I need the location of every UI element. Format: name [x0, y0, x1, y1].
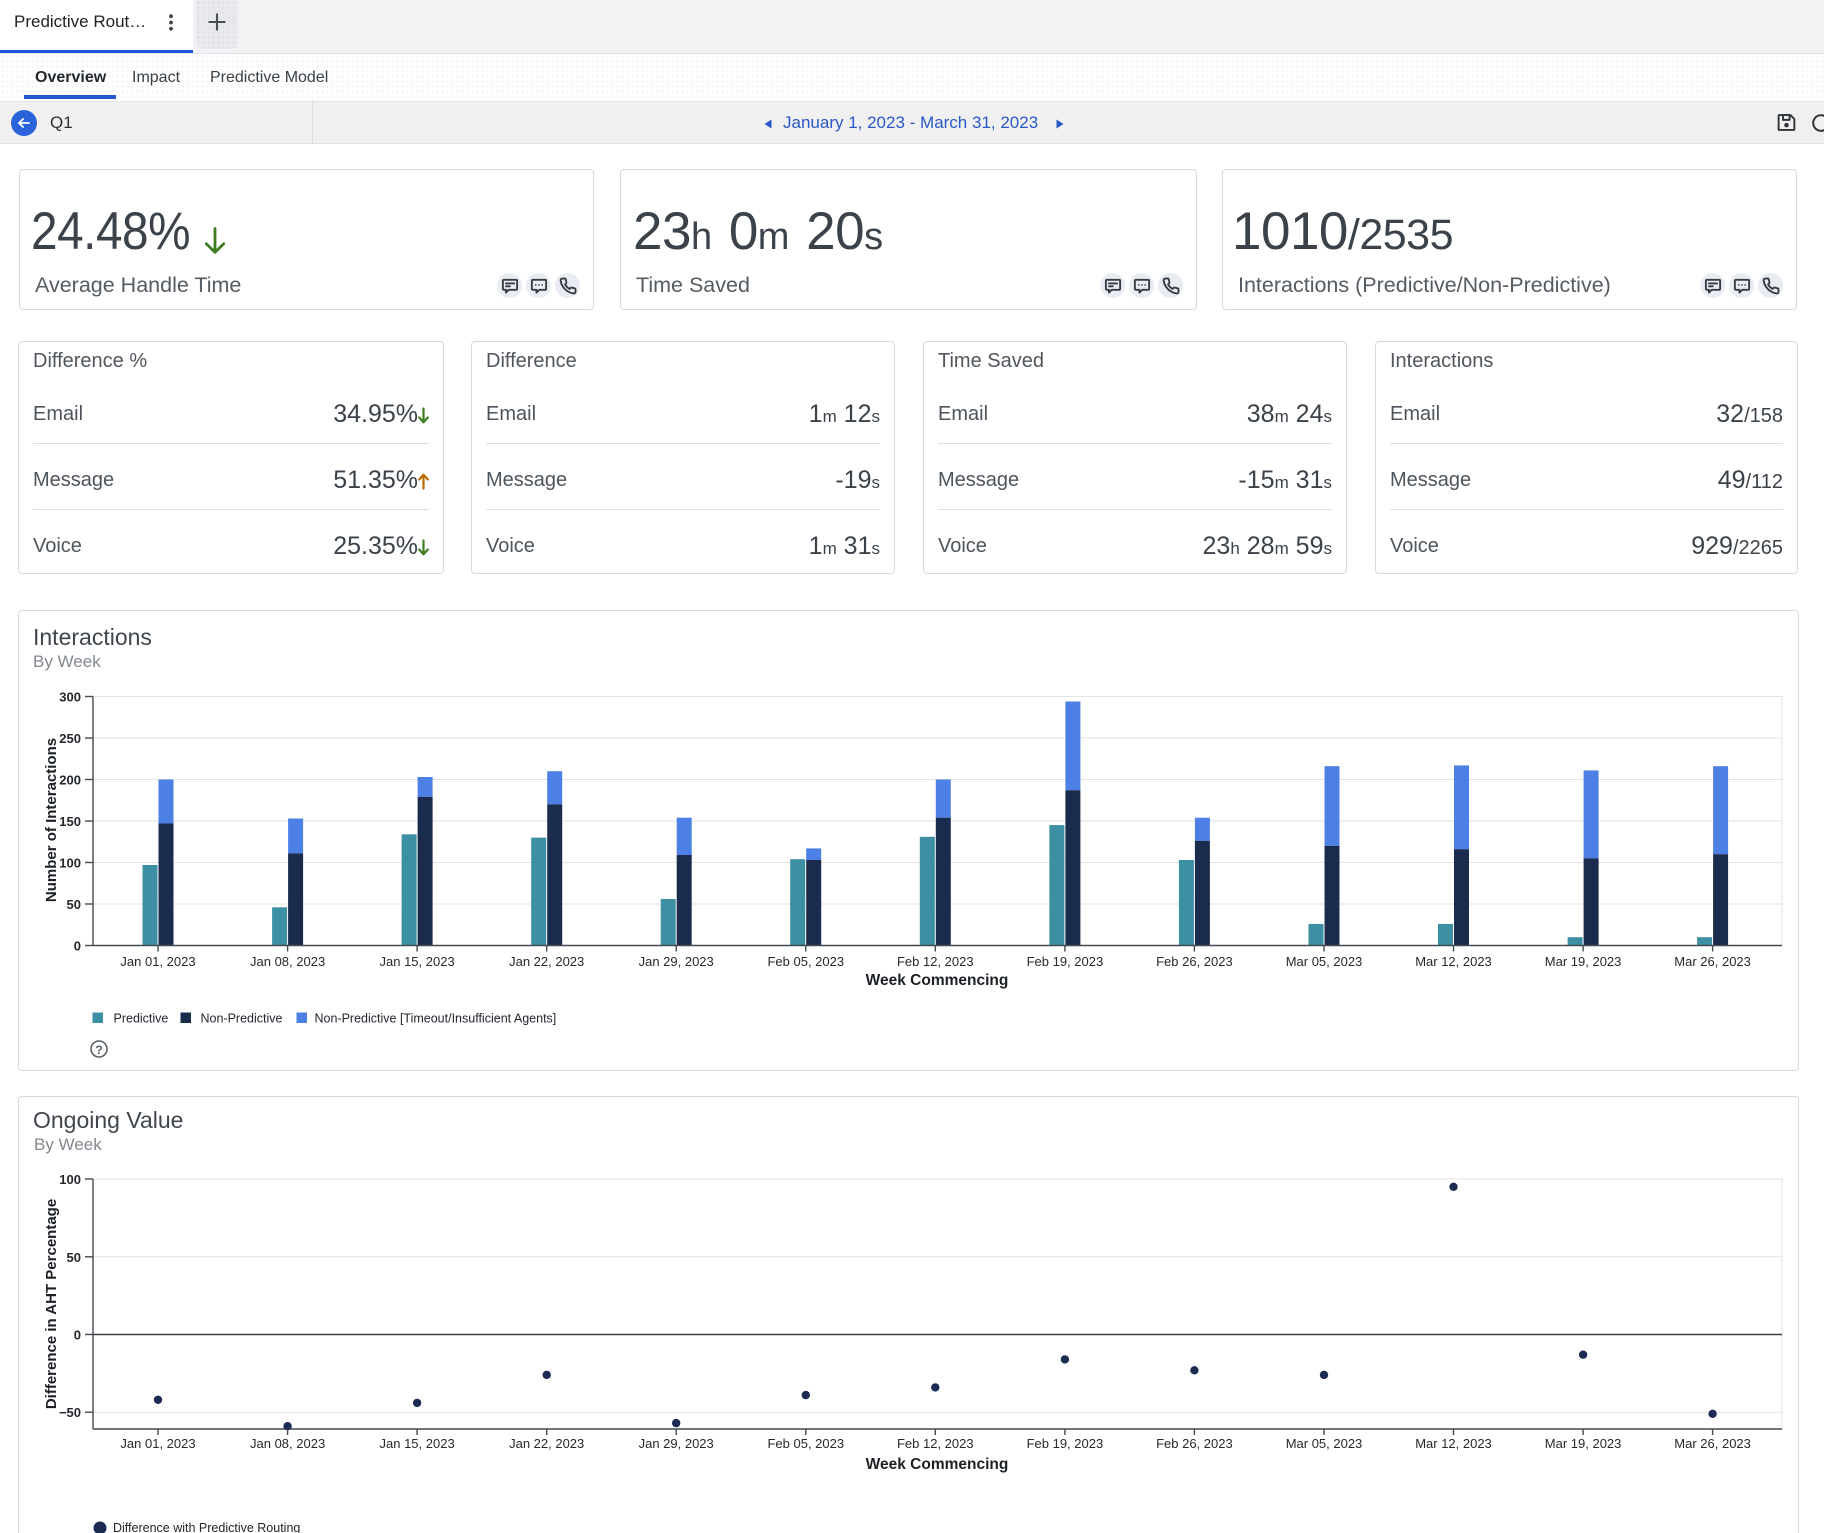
svg-text:Number of Interactions: Number of Interactions	[43, 738, 60, 902]
svg-text:Week Commencing: Week Commencing	[866, 1456, 1009, 1473]
svg-text:?: ?	[95, 1043, 102, 1057]
svg-text:Jan 29, 2023: Jan 29, 2023	[639, 1436, 714, 1451]
svg-text:Jan 08, 2023: Jan 08, 2023	[250, 954, 325, 969]
svg-text:Feb 05, 2023: Feb 05, 2023	[767, 1436, 844, 1451]
svg-text:Difference with Predictive Rou: Difference with Predictive Routing	[113, 1521, 300, 1533]
svg-text:50: 50	[67, 1250, 81, 1265]
svg-text:Feb 05, 2023: Feb 05, 2023	[767, 954, 844, 969]
svg-text:Feb 26, 2023: Feb 26, 2023	[1156, 954, 1233, 969]
svg-text:150: 150	[59, 814, 81, 829]
svg-text:−50: −50	[59, 1405, 81, 1420]
svg-text:Mar 19, 2023: Mar 19, 2023	[1545, 1436, 1622, 1451]
svg-text:Non-Predictive [Timeout/Insuff: Non-Predictive [Timeout/Insufficient Age…	[315, 1012, 557, 1026]
svg-text:50: 50	[67, 897, 81, 912]
svg-text:Predictive: Predictive	[114, 1012, 169, 1026]
svg-text:0: 0	[74, 939, 81, 954]
svg-text:Feb 19, 2023: Feb 19, 2023	[1027, 954, 1104, 969]
svg-text:Jan 15, 2023: Jan 15, 2023	[380, 1436, 455, 1451]
svg-text:250: 250	[59, 731, 81, 746]
svg-text:Feb 12, 2023: Feb 12, 2023	[897, 1436, 974, 1451]
svg-text:100: 100	[59, 1172, 81, 1187]
svg-text:Feb 26, 2023: Feb 26, 2023	[1156, 1436, 1233, 1451]
svg-text:100: 100	[59, 856, 81, 871]
svg-text:Mar 26, 2023: Mar 26, 2023	[1674, 1436, 1751, 1451]
svg-text:Jan 22, 2023: Jan 22, 2023	[509, 954, 584, 969]
svg-text:Jan 29, 2023: Jan 29, 2023	[639, 954, 714, 969]
svg-text:Difference in AHT Percentage: Difference in AHT Percentage	[43, 1199, 60, 1409]
svg-text:Week Commencing: Week Commencing	[866, 972, 1009, 989]
svg-text:Mar 12, 2023: Mar 12, 2023	[1415, 1436, 1492, 1451]
svg-text:Jan 01, 2023: Jan 01, 2023	[120, 1436, 195, 1451]
svg-text:Jan 01, 2023: Jan 01, 2023	[120, 954, 195, 969]
svg-text:Mar 12, 2023: Mar 12, 2023	[1415, 954, 1492, 969]
svg-text:Mar 05, 2023: Mar 05, 2023	[1286, 954, 1363, 969]
svg-text:Feb 12, 2023: Feb 12, 2023	[897, 954, 974, 969]
svg-text:Feb 19, 2023: Feb 19, 2023	[1027, 1436, 1104, 1451]
svg-text:Non-Predictive: Non-Predictive	[201, 1012, 283, 1026]
svg-text:Mar 05, 2023: Mar 05, 2023	[1286, 1436, 1363, 1451]
svg-text:0: 0	[74, 1328, 81, 1343]
svg-text:300: 300	[59, 690, 81, 705]
svg-text:200: 200	[59, 773, 81, 788]
svg-text:Jan 08, 2023: Jan 08, 2023	[250, 1436, 325, 1451]
svg-text:Jan 15, 2023: Jan 15, 2023	[380, 954, 455, 969]
svg-text:Jan 22, 2023: Jan 22, 2023	[509, 1436, 584, 1451]
svg-text:Mar 26, 2023: Mar 26, 2023	[1674, 954, 1751, 969]
svg-text:Mar 19, 2023: Mar 19, 2023	[1545, 954, 1622, 969]
